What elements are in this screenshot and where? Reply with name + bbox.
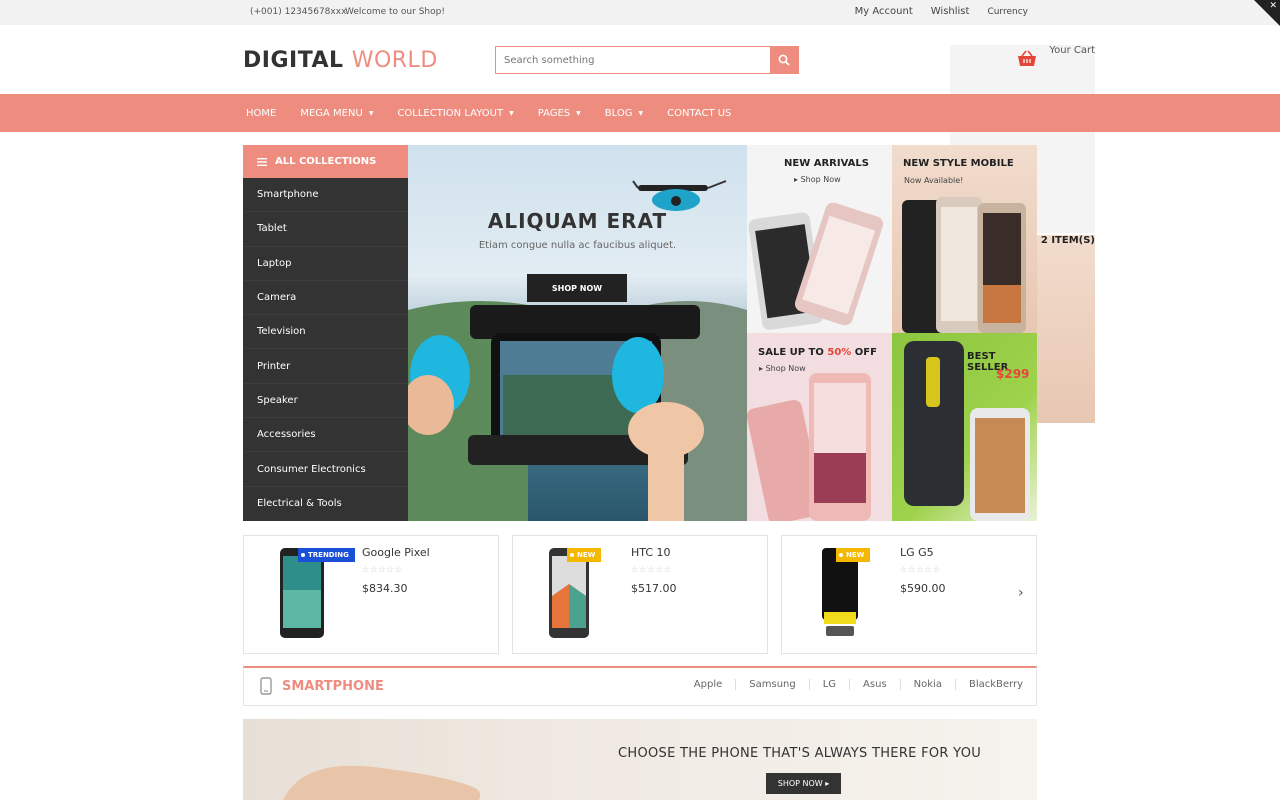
collection-item-electrical-tools[interactable]: Electrical & Tools [243,487,408,521]
basket-icon[interactable] [1017,50,1037,68]
promo-banner: CHOOSE THE PHONE THAT'S ALWAYS THERE FOR… [243,719,1037,800]
badge-label: NEW [577,551,596,559]
smartphone-icon [260,677,272,695]
badge-label: TRENDING [308,551,349,559]
chevron-down-icon: ▼ [509,109,514,117]
logo-text-digital: DIGITAL [243,48,352,73]
hero-shop-now-button[interactable]: SHOP NOW [527,274,627,302]
collection-item-laptop[interactable]: Laptop [243,247,408,281]
brand-samsung[interactable]: Samsung [735,679,808,690]
brand-apple[interactable]: Apple [681,679,735,690]
product-card-htc-10[interactable]: NEW HTC 10 ☆☆☆☆☆ $517.00 [512,535,768,654]
product-badge: TRENDING [298,548,355,562]
product-card-google-pixel[interactable]: TRENDING Google Pixel ☆☆☆☆☆ $834.30 [243,535,499,654]
brand-blackberry[interactable]: BlackBerry [954,679,1036,690]
nav-pages[interactable]: PAGES ▼ [538,108,581,119]
my-account-link[interactable]: My Account [855,6,913,17]
hero-banner: ALIQUAM ERAT Etiam congue nulla ac fauci… [408,145,747,521]
promo-sale[interactable]: SALE UP TO 50% OFF ▸ Shop Now [747,333,892,521]
brand-lg[interactable]: LG [808,679,849,690]
phone-image [902,197,1026,333]
nav-label: MEGA MENU [300,107,363,119]
search-icon [778,54,790,66]
logo-text-world: WORLD [351,48,438,73]
collection-item-camera[interactable]: Camera [243,281,408,316]
hero-image [408,180,747,521]
category-title: SMARTPHONE [282,679,384,694]
product-price: $590.00 [900,582,946,595]
collection-item-smartphone[interactable]: Smartphone [243,178,408,213]
product-price: $517.00 [631,582,677,595]
promo-new-arrivals[interactable]: NEW ARRIVALS ▸ Shop Now [747,145,892,333]
promo-new-style-mobile[interactable]: NEW STYLE MOBILE Now Available! [892,145,1037,333]
welcome-text: Welcome to our Shop! [345,7,445,17]
nav-collection-layout[interactable]: COLLECTION LAYOUT ▼ [397,108,513,119]
currency-selector[interactable]: Currency [987,7,1028,17]
collection-item-television[interactable]: Television [243,315,408,350]
list-icon [257,157,267,166]
collection-item-printer[interactable]: Printer [243,349,408,384]
hand-image [283,765,481,800]
collections-title: ALL COLLECTIONS [275,156,377,167]
nav-label: CONTACT US [667,107,732,119]
search-button[interactable] [770,47,798,73]
product-card-lg-g5[interactable]: NEW LG G5 ☆☆☆☆☆ $590.00 [781,535,1037,654]
brand-nokia[interactable]: Nokia [899,679,955,690]
drone-image [632,180,727,211]
product-price: $834.30 [362,582,408,595]
product-badge: NEW [567,548,602,562]
rating-stars: ☆☆☆☆☆ [362,565,403,574]
main-nav: HOME MEGA MENU ▼ COLLECTION LAYOUT ▼ PAGES… [0,94,1280,132]
badge-label: NEW [846,551,865,559]
collection-item-tablet[interactable]: Tablet [243,212,408,247]
hero-subtitle: Etiam congue nulla ac faucibus aliquet. [478,240,677,251]
product-name[interactable]: HTC 10 [631,546,671,559]
banner-title: CHOOSE THE PHONE THAT'S ALWAYS THERE FOR… [618,746,982,761]
promo-best-seller[interactable]: BEST SELLER $299 [892,333,1037,521]
hero-title: ALIQUAM ERAT [487,209,668,233]
nav-label: COLLECTION LAYOUT [397,107,504,119]
nav-label: BLOG [604,107,633,119]
collections-sidebar: ALL COLLECTIONS Smartphone Tablet Laptop… [243,145,408,521]
chevron-down-icon: ▼ [368,109,374,117]
nav-label: HOME [246,107,277,119]
phone-image [747,373,871,521]
brand-asus[interactable]: Asus [849,679,900,690]
top-links: My Account Wishlist Currency [855,6,1028,17]
rating-stars: ☆☆☆☆☆ [631,565,672,574]
collection-item-speaker[interactable]: Speaker [243,384,408,419]
wishlist-link[interactable]: Wishlist [931,6,970,17]
product-badge: NEW [836,548,871,562]
top-bar: (+001) 12345678xxx Welcome to our Shop! … [0,0,1280,26]
contact-phone: (+001) 12345678xxx [250,7,347,17]
chevron-down-icon: ▼ [576,109,581,117]
product-name[interactable]: LG G5 [900,546,934,559]
banner-shop-now-button[interactable]: SHOP NOW ▸ [766,773,841,794]
collections-header[interactable]: ALL COLLECTIONS [243,145,408,178]
brand-filter: Apple Samsung LG Asus Nokia BlackBerry [681,679,1036,690]
product-name[interactable]: Google Pixel [362,546,430,559]
close-icon[interactable]: ✕ [1269,1,1277,11]
category-bar: SMARTPHONE Apple Samsung LG Asus Nokia B… [243,666,1037,706]
search-input[interactable] [496,47,770,73]
nav-contact-us[interactable]: CONTACT US [667,108,731,119]
nav-label: PAGES [537,107,571,119]
collection-item-accessories[interactable]: Accessories [243,418,408,453]
chevron-down-icon: ▼ [638,109,644,117]
header: DIGITAL WORLD Your Cart 2 ITEM(S) [0,25,1280,423]
site-logo[interactable]: DIGITAL WORLD [243,48,438,73]
nav-mega-menu[interactable]: MEGA MENU ▼ [300,108,373,119]
phone-image [748,202,884,330]
search-bar [495,46,799,74]
carousel-next-icon[interactable]: › [1018,585,1024,601]
nav-home[interactable]: HOME [246,108,276,119]
phone-image [904,341,1030,521]
rating-stars: ☆☆☆☆☆ [900,565,941,574]
collection-item-consumer-electronics[interactable]: Consumer Electronics [243,452,408,487]
nav-blog[interactable]: BLOG ▼ [605,108,643,119]
